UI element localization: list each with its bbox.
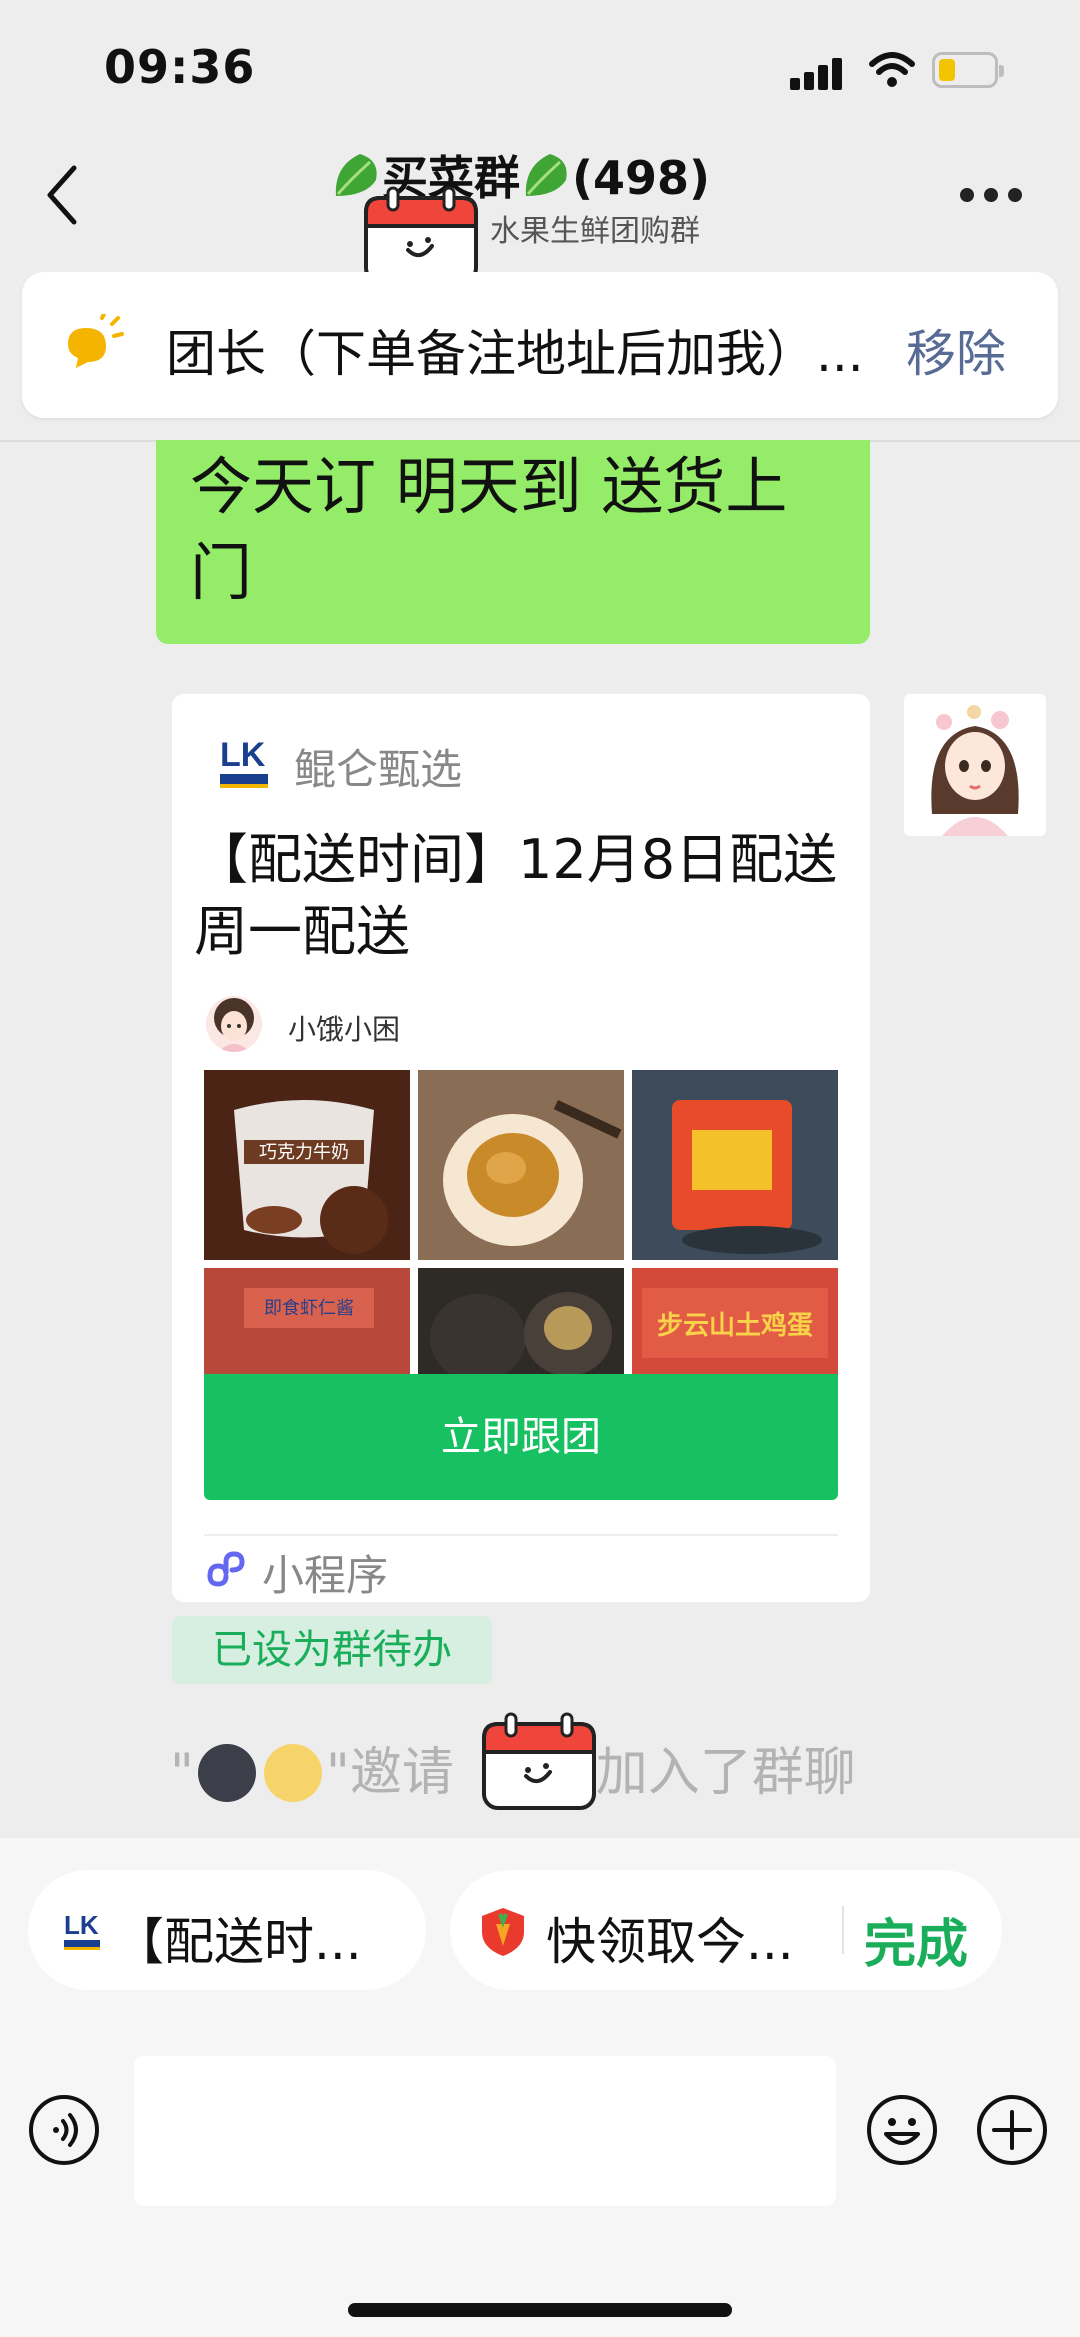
- card-title: 【配送时间】12月8日配送 周一配送: [194, 828, 838, 963]
- group-todo-badge[interactable]: 已设为群待办: [172, 1616, 492, 1684]
- member-count: (498): [572, 151, 711, 205]
- home-indicator: [348, 2303, 732, 2317]
- poster-name: 小饿小困: [288, 1013, 401, 1046]
- new-moon-emoji-icon: [197, 1744, 256, 1802]
- pinned-text: 团长（下单备注地址后加我）...: [166, 325, 864, 383]
- system-joined-text: "加入了群聊: [571, 1743, 856, 1803]
- more-options-icon[interactable]: [960, 180, 1030, 210]
- mini-program-brand: 鲲仑甄选: [294, 745, 463, 794]
- system-invite-text: "邀请: [325, 1743, 454, 1803]
- add-more-icon[interactable]: [976, 2094, 1048, 2166]
- product-image-grid[interactable]: 巧克力牛奶 即食虾仁酱 步云山土鸡蛋: [204, 1070, 838, 1382]
- quick-card-delivery-text: 【配送时...: [114, 1913, 362, 1971]
- card-footer-divider: [204, 1534, 838, 1536]
- logo-lettering: LK: [220, 736, 266, 774]
- sender-avatar[interactable]: [904, 694, 1046, 836]
- status-bar: 09:36: [0, 0, 1080, 130]
- mini-program-card[interactable]: LK 鲲仑甄选 【配送时间】12月8日配送 周一配送 小饿小困 巧克力牛奶 即食…: [172, 694, 870, 1602]
- mini-program-label: 小程序: [262, 1551, 389, 1600]
- user-avatar: [206, 996, 262, 1052]
- logo-lettering: LK: [64, 1910, 99, 1940]
- full-moon-face-emoji-icon: [263, 1744, 322, 1802]
- clock: 09:36: [104, 40, 256, 94]
- product-image-egg[interactable]: [418, 1070, 624, 1260]
- carrot-shield-icon: [482, 1908, 524, 1956]
- message-input[interactable]: [134, 2056, 836, 2206]
- quick-card-coupon[interactable]: 快领取今... 完成: [450, 1870, 1002, 1990]
- product-image-farm-eggs-box[interactable]: 步云山土鸡蛋: [632, 1268, 838, 1382]
- kunlun-logo-icon: LK: [220, 736, 268, 788]
- back-arrow-icon[interactable]: [40, 160, 90, 230]
- join-group-button[interactable]: 立即跟团: [204, 1374, 838, 1500]
- kunlun-logo-icon: LK: [64, 1910, 100, 1950]
- emoji-icon[interactable]: [866, 2094, 938, 2166]
- product-image-shrimp-paste[interactable]: 即食虾仁酱: [204, 1268, 410, 1382]
- remove-pin-button[interactable]: 移除: [906, 314, 1006, 386]
- wifi-icon: [869, 52, 915, 87]
- chip-divider: [842, 1906, 844, 1954]
- calendar-sticker-icon: [482, 1712, 596, 1810]
- quick-card-coupon-text: 快领取今...: [546, 1913, 794, 1971]
- product-text-milk: 巧克力牛奶: [259, 1142, 349, 1163]
- calendar-sticker-icon: [364, 186, 478, 284]
- chat-header: 买菜群 (498) 水果生鲜团购群: [0, 130, 1080, 260]
- battery-icon: [932, 52, 1004, 88]
- bottom-panel: LK 【配送时... 快领取今... 完成: [0, 1838, 1080, 2337]
- complete-button[interactable]: 完成: [864, 1902, 968, 1977]
- cellular-signal-icon: [790, 56, 846, 90]
- lettuce-emoji-icon: [525, 154, 567, 196]
- sent-text-message[interactable]: 今天订 明天到 送货上门: [156, 440, 870, 644]
- product-image-chocolate-milk[interactable]: 巧克力牛奶: [204, 1070, 410, 1260]
- system-quote-open: ": [170, 1743, 194, 1803]
- product-text-eggs: 步云山土鸡蛋: [657, 1310, 813, 1341]
- product-text-shrimp: 即食虾仁酱: [264, 1298, 354, 1319]
- product-image-rice-bag[interactable]: [632, 1070, 838, 1260]
- announcement-bulb-icon: [68, 314, 124, 368]
- quick-card-delivery[interactable]: LK 【配送时...: [28, 1870, 426, 1990]
- pinned-announcement[interactable]: 团长（下单备注地址后加我）... 移除: [22, 272, 1058, 418]
- mini-program-link-icon: [207, 1551, 245, 1587]
- voice-input-icon[interactable]: [28, 2094, 100, 2166]
- product-image-century-eggs[interactable]: [418, 1268, 624, 1382]
- chat-subtitle: 水果生鲜团购群: [490, 214, 700, 249]
